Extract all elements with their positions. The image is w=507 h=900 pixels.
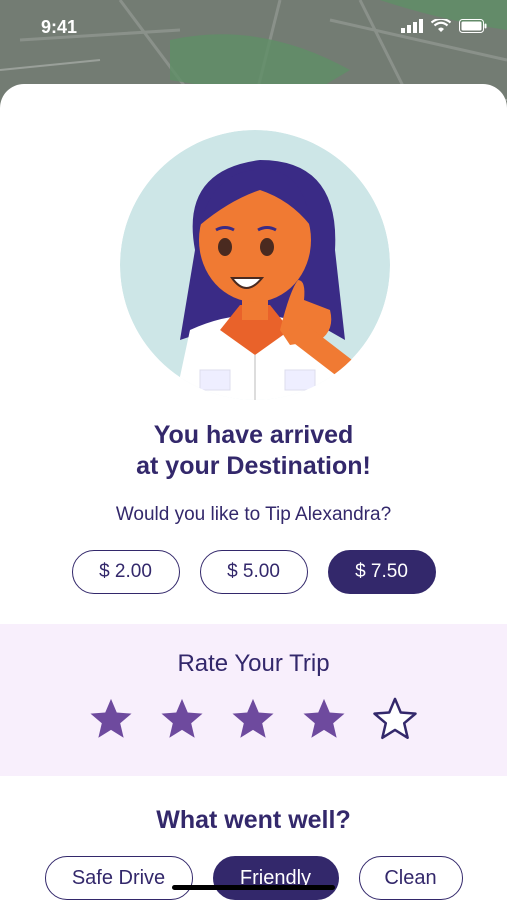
arrival-title: You have arrived at your Destination!: [0, 420, 507, 482]
feedback-chips: Safe Drive Friendly Clean: [0, 856, 507, 900]
chip-safe-drive[interactable]: Safe Drive: [44, 856, 193, 900]
arrival-title-line1: You have arrived: [153, 421, 354, 449]
battery-icon: [459, 19, 487, 33]
feedback-title: What went well?: [156, 806, 351, 834]
star-icon[interactable]: [301, 696, 347, 742]
rating-section: Rate Your Trip: [0, 624, 507, 776]
arrival-sheet: You have arrived at your Destination! Wo…: [0, 84, 507, 900]
status-icons: [401, 19, 487, 33]
chip-friendly[interactable]: Friendly: [212, 856, 339, 900]
star-icon[interactable]: [159, 696, 205, 742]
signal-icon: [401, 19, 423, 33]
arrival-title-line2: at your Destination!: [136, 452, 371, 480]
star-icon[interactable]: [372, 696, 418, 742]
rating-title: Rate Your Trip: [177, 650, 330, 677]
tip-options: $ 2.00 $ 5.00 $ 7.50: [0, 550, 507, 594]
star-icon[interactable]: [230, 696, 276, 742]
status-bar: 9:41: [0, 0, 507, 58]
home-indicator: [172, 885, 335, 890]
wifi-icon: [431, 19, 451, 32]
star-icon[interactable]: [88, 696, 134, 742]
chip-clean[interactable]: Clean: [358, 856, 463, 900]
tip-button-7-50[interactable]: $ 7.50: [327, 550, 436, 594]
tip-button-2[interactable]: $ 2.00: [71, 550, 180, 594]
tip-button-5[interactable]: $ 5.00: [199, 550, 308, 594]
star-rating: [88, 696, 418, 742]
driver-avatar: [120, 130, 390, 400]
status-time: 9:41: [41, 17, 78, 37]
tip-prompt: Would you like to Tip Alexandra?: [115, 504, 392, 525]
